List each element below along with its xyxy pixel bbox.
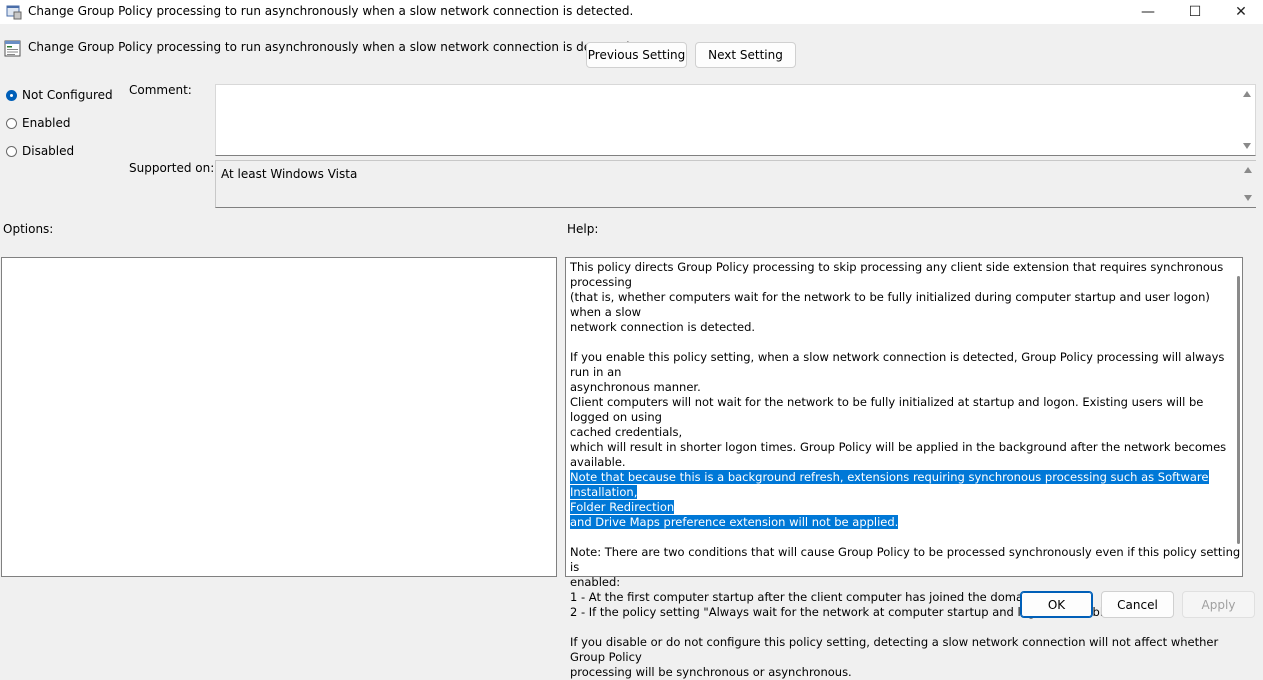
- radio-label: Enabled: [22, 116, 71, 130]
- help-line: (that is, whether computers wait for the…: [570, 290, 1210, 319]
- help-line: processing will be synchronous or asynch…: [570, 665, 852, 679]
- maximize-button[interactable]: ☐: [1172, 0, 1218, 24]
- radio-button[interactable]: [6, 145, 17, 157]
- help-line: If you disable or do not configure this …: [570, 635, 1219, 664]
- supported-on-field: At least Windows Vista: [215, 160, 1256, 208]
- help-scrollbar-thumb[interactable]: [1237, 276, 1240, 544]
- maximize-icon: ☐: [1188, 4, 1202, 20]
- radio-disabled[interactable]: Disabled: [6, 144, 74, 158]
- help-line: network connection is detected.: [570, 320, 756, 334]
- window-title: Change Group Policy processing to run as…: [28, 4, 634, 18]
- help-panel: This policy directs Group Policy process…: [565, 257, 1243, 679]
- scroll-down-icon[interactable]: [1244, 195, 1252, 201]
- comment-label: Comment:: [129, 83, 192, 97]
- help-line: asynchronous manner.: [570, 380, 701, 394]
- comment-textarea[interactable]: [215, 84, 1256, 156]
- previous-setting-button[interactable]: Previous Setting: [586, 42, 687, 68]
- help-line-selected: Folder Redirection: [570, 500, 675, 514]
- radio-not-configured[interactable]: Not Configured: [6, 88, 113, 102]
- options-panel: [1, 257, 557, 577]
- radio-label: Disabled: [22, 144, 75, 158]
- help-line: This policy directs Group Policy process…: [570, 260, 1224, 289]
- help-line-selected: Note that because this is a background r…: [570, 470, 1209, 499]
- supported-on-label: Supported on:: [129, 161, 215, 175]
- help-line: enabled:: [570, 575, 621, 589]
- minimize-button[interactable]: —: [1125, 0, 1171, 24]
- policy-window-icon: [6, 5, 22, 20]
- scroll-up-icon[interactable]: [1243, 91, 1251, 97]
- cancel-button[interactable]: Cancel: [1101, 591, 1174, 618]
- apply-button[interactable]: Apply: [1182, 591, 1255, 618]
- radio-button[interactable]: [6, 89, 17, 101]
- setting-name: Change Group Policy processing to run as…: [28, 40, 634, 54]
- scroll-up-icon[interactable]: [1244, 167, 1252, 173]
- next-setting-button[interactable]: Next Setting: [695, 42, 796, 68]
- help-line: cached credentials,: [570, 425, 683, 439]
- radio-button[interactable]: [6, 117, 17, 129]
- help-line: which will result in shorter logon times…: [570, 440, 1227, 469]
- close-button[interactable]: ✕: [1218, 0, 1263, 24]
- help-label: Help:: [567, 222, 599, 236]
- help-line: Client computers will not wait for the n…: [570, 395, 1204, 424]
- help-line: Note: There are two conditions that will…: [570, 545, 1241, 574]
- supported-on-value: At least Windows Vista: [221, 167, 358, 181]
- ok-button[interactable]: OK: [1020, 591, 1093, 618]
- options-label: Options:: [3, 222, 54, 236]
- scroll-down-icon[interactable]: [1243, 143, 1251, 149]
- radio-label: Not Configured: [22, 88, 113, 102]
- minimize-icon: —: [1141, 4, 1155, 20]
- setting-icon: [4, 40, 21, 57]
- supported-scrollbar[interactable]: [1240, 161, 1256, 207]
- comment-scrollbar[interactable]: [1239, 85, 1255, 155]
- radio-enabled[interactable]: Enabled: [6, 116, 71, 130]
- help-line-selected: and Drive Maps preference extension will…: [570, 515, 899, 529]
- close-icon: ✕: [1235, 4, 1247, 20]
- help-line: If you enable this policy setting, when …: [570, 350, 1225, 379]
